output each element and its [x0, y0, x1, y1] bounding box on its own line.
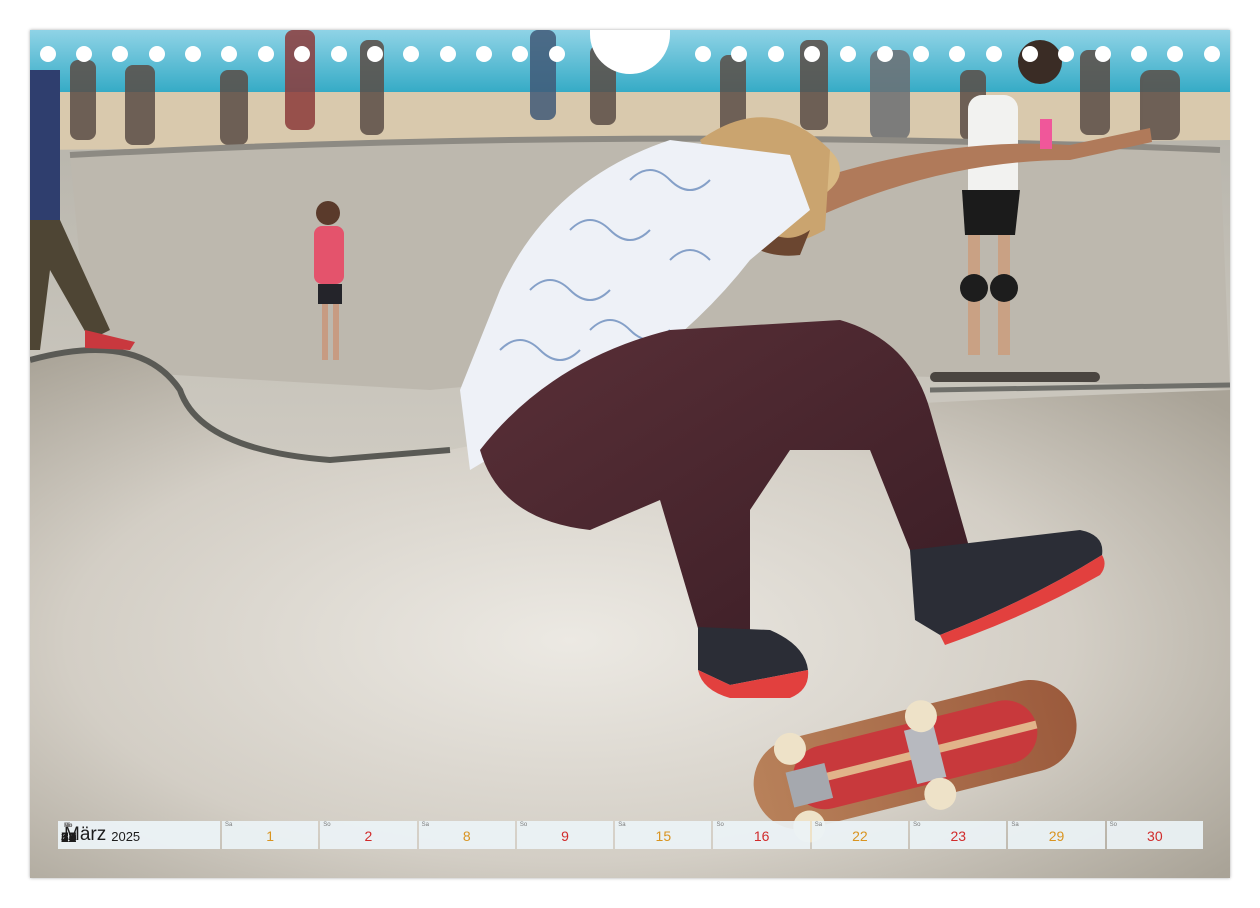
month-label: März 2025 — [58, 821, 220, 849]
day-cells: Sa1So2Mo3Di4Mi5Do6Fr7Sa8So9Mo10Di11Mi12D… — [61, 821, 1203, 849]
skateboarder-photo — [30, 30, 1230, 878]
calendar-page: März 2025 Sa1So2Mo3Di4Mi5Do6Fr7Sa8So9Mo1… — [30, 30, 1230, 878]
day-number: 8 — [462, 828, 471, 844]
day-cell: Sa 29 — [1008, 821, 1105, 849]
day-number: 1 — [266, 828, 275, 844]
day-number: 16 — [753, 828, 770, 844]
month-year: 2025 — [111, 829, 141, 844]
day-number: 22 — [852, 828, 868, 844]
day-cell: Sa 15 — [615, 821, 712, 849]
day-cell: Sa 1 — [222, 821, 319, 849]
day-number: 9 — [561, 828, 569, 844]
day-cell: Sa 22 — [811, 821, 909, 849]
day-cell: Sa 8 — [418, 821, 515, 849]
day-number: 29 — [1048, 828, 1065, 844]
day-number: 2 — [364, 828, 373, 844]
month-calendar-strip: März 2025 Sa1So2Mo3Di4Mi5Do6Fr7Sa8So9Mo1… — [58, 821, 1203, 849]
day-number: 30 — [1147, 828, 1163, 844]
day-cell: So 9 — [516, 821, 614, 849]
day-cell: So 16 — [713, 821, 810, 849]
day-number: 15 — [655, 828, 672, 844]
day-cell: So 2 — [320, 821, 417, 849]
day-number: 23 — [950, 828, 967, 844]
day-cell: So 23 — [910, 821, 1007, 849]
day-cell: So 30 — [1106, 821, 1203, 849]
